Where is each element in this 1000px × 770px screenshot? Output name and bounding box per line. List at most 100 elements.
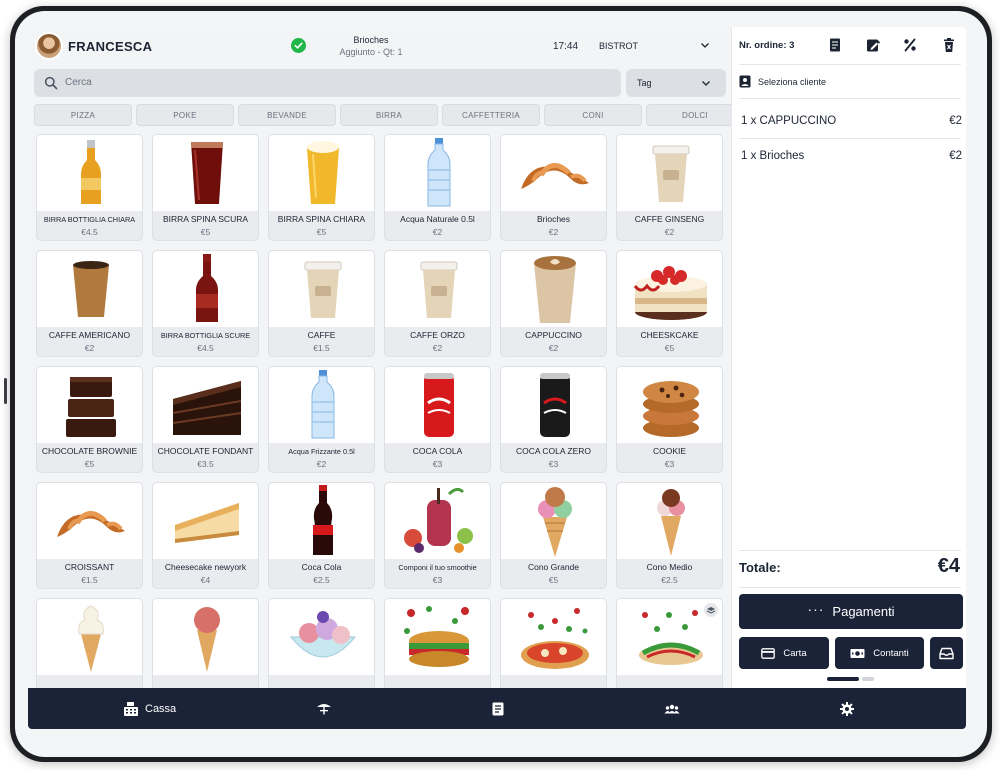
product-price: €3 <box>548 459 559 469</box>
nav-orders[interactable] <box>490 688 506 729</box>
coffee-cup-icon <box>269 251 374 327</box>
product-name: CHOCOLATE FONDANT <box>157 446 254 456</box>
product-card[interactable]: COOKIE €3 <box>616 366 723 473</box>
nav-customers[interactable] <box>664 688 680 729</box>
category-tab-dolci[interactable]: DOLCI <box>646 104 744 126</box>
coffee-cup-dark-icon <box>37 251 142 327</box>
document-icon <box>492 702 504 715</box>
product-price: €3.5 <box>197 459 214 469</box>
product-card[interactable]: Acqua Frizzante 0.5l €2 <box>268 366 375 473</box>
product-name: COCA COLA <box>412 446 463 456</box>
product-price: €4 <box>200 575 211 585</box>
category-tab-pizza[interactable]: PIZZA <box>34 104 132 126</box>
nav-cassa[interactable]: Cassa <box>123 688 176 729</box>
clock: 17:44 <box>553 41 579 52</box>
edit-note-icon[interactable] <box>865 37 881 53</box>
product-card[interactable]: CROISSANT €1.5 <box>36 482 143 589</box>
product-card[interactable]: Acqua Naturale 0.5l €2 <box>384 134 491 241</box>
product-name: Cono Medio <box>646 562 693 572</box>
product-card[interactable]: COCA COLA €3 <box>384 366 491 473</box>
product-card[interactable]: Cono Grande €5 <box>500 482 607 589</box>
product-card[interactable]: COCA COLA ZERO €3 <box>500 366 607 473</box>
chevron-down-icon[interactable] <box>699 39 711 51</box>
line-item-price: €2 <box>949 150 962 162</box>
product-card[interactable] <box>616 598 723 688</box>
product-price: €2 <box>316 459 327 469</box>
product-price: €3 <box>432 575 443 585</box>
product-name: CROISSANT <box>64 562 115 572</box>
tag-select[interactable]: Tag <box>626 69 726 97</box>
user-name: FRANCESCA <box>68 39 153 54</box>
product-card[interactable]: CAFFE GINSENG €2 <box>616 134 723 241</box>
divider <box>739 98 961 99</box>
product-card[interactable] <box>384 598 491 688</box>
order-line-item[interactable]: 1 x CAPPUCCINO €2 <box>739 111 962 131</box>
category-tab-birra[interactable]: BIRRA <box>340 104 438 126</box>
category-tab-coni[interactable]: CONI <box>544 104 642 126</box>
product-name: Acqua Naturale 0.5l <box>400 214 475 224</box>
product-name: CHOCOLATE BROWNIE <box>41 446 138 456</box>
category-tab-poke[interactable]: POKE <box>136 104 234 126</box>
trash-icon[interactable] <box>941 37 957 53</box>
product-price: €2 <box>84 343 95 353</box>
product-price: €2.5 <box>313 575 330 585</box>
line-item-label: 1 x CAPPUCCINO <box>741 115 837 127</box>
category-tab-caffetteria[interactable]: CAFFETTERIA <box>442 104 540 126</box>
pos-screen: FRANCESCA Brioches Aggiunto - Qt: 1 17:4… <box>28 27 966 729</box>
product-card[interactable]: CAFFE ORZO €2 <box>384 250 491 357</box>
product-card[interactable]: CHOCOLATE FONDANT €3.5 <box>152 366 259 473</box>
top-bar: FRANCESCA Brioches Aggiunto - Qt: 1 17:4… <box>28 27 731 67</box>
table-umbrella-icon <box>317 703 331 714</box>
percent-icon[interactable] <box>902 37 918 53</box>
drawer-button[interactable] <box>930 637 963 669</box>
soda-can-black-icon <box>501 367 606 443</box>
nav-tables[interactable] <box>316 688 332 729</box>
soda-bottle-icon <box>269 483 374 559</box>
product-card[interactable] <box>152 598 259 688</box>
cash-icon <box>850 648 865 658</box>
product-price: €2 <box>432 227 443 237</box>
receipt-icon[interactable] <box>827 37 843 53</box>
product-price: €3 <box>432 459 443 469</box>
product-card[interactable]: Componi il tuo smoothie €3 <box>384 482 491 589</box>
product-name: CAFFE AMERICANO <box>48 330 131 340</box>
beer-bottle-dark-icon <box>153 251 258 327</box>
order-line-item[interactable]: 1 x Brioches €2 <box>739 146 962 166</box>
cappuccino-icon <box>501 251 606 327</box>
product-card[interactable]: BIRRA SPINA SCURA €5 <box>152 134 259 241</box>
product-card[interactable] <box>500 598 607 688</box>
nav-settings[interactable] <box>839 688 855 729</box>
product-card[interactable]: Cheesecake newyork €4 <box>152 482 259 589</box>
select-customer-button[interactable]: Seleziona cliente <box>739 74 961 96</box>
location-select[interactable]: BISTROT <box>599 41 638 51</box>
product-name: CAPPUCCINO <box>525 330 582 340</box>
product-card[interactable]: CHOCOLATE BROWNIE €5 <box>36 366 143 473</box>
product-card[interactable]: BIRRA BOTTIGLIA CHIARA €4.5 <box>36 134 143 241</box>
product-price: €2 <box>548 343 559 353</box>
product-card[interactable] <box>36 598 143 688</box>
product-price: €5 <box>84 459 95 469</box>
product-name: BIRRA BOTTIGLIA CHIARA <box>43 215 136 224</box>
product-card[interactable]: CAPPUCCINO €2 <box>500 250 607 357</box>
product-card[interactable] <box>268 598 375 688</box>
category-tab-bevande[interactable]: BEVANDE <box>238 104 336 126</box>
product-card[interactable]: CHEESKCAKE €5 <box>616 250 723 357</box>
avatar[interactable] <box>35 32 63 60</box>
search-input[interactable]: Cerca <box>34 69 621 97</box>
product-card[interactable]: CAFFE €1.5 <box>268 250 375 357</box>
product-card[interactable]: BIRRA BOTTIGLIA SCURE €4.5 <box>152 250 259 357</box>
product-card[interactable]: CAFFE AMERICANO €2 <box>36 250 143 357</box>
product-name: Acqua Frizzante 0.5l <box>288 447 355 456</box>
card-payment-button[interactable]: Carta <box>739 637 829 669</box>
nav-cassa-label: Cassa <box>145 702 177 715</box>
product-card[interactable]: BIRRA SPINA CHIARA €5 <box>268 134 375 241</box>
smoothie-icon <box>385 483 490 559</box>
product-card[interactable]: Cono Medio €2.5 <box>616 482 723 589</box>
product-card[interactable]: Brioches €2 <box>500 134 607 241</box>
search-icon <box>44 76 58 90</box>
product-card[interactable]: Coca Cola €2.5 <box>268 482 375 589</box>
cash-payment-button[interactable]: Contanti <box>835 637 924 669</box>
payments-button[interactable]: ··· Pagamenti <box>739 594 963 629</box>
cash-label: Contanti <box>873 647 909 659</box>
product-price: €1.5 <box>81 575 98 585</box>
